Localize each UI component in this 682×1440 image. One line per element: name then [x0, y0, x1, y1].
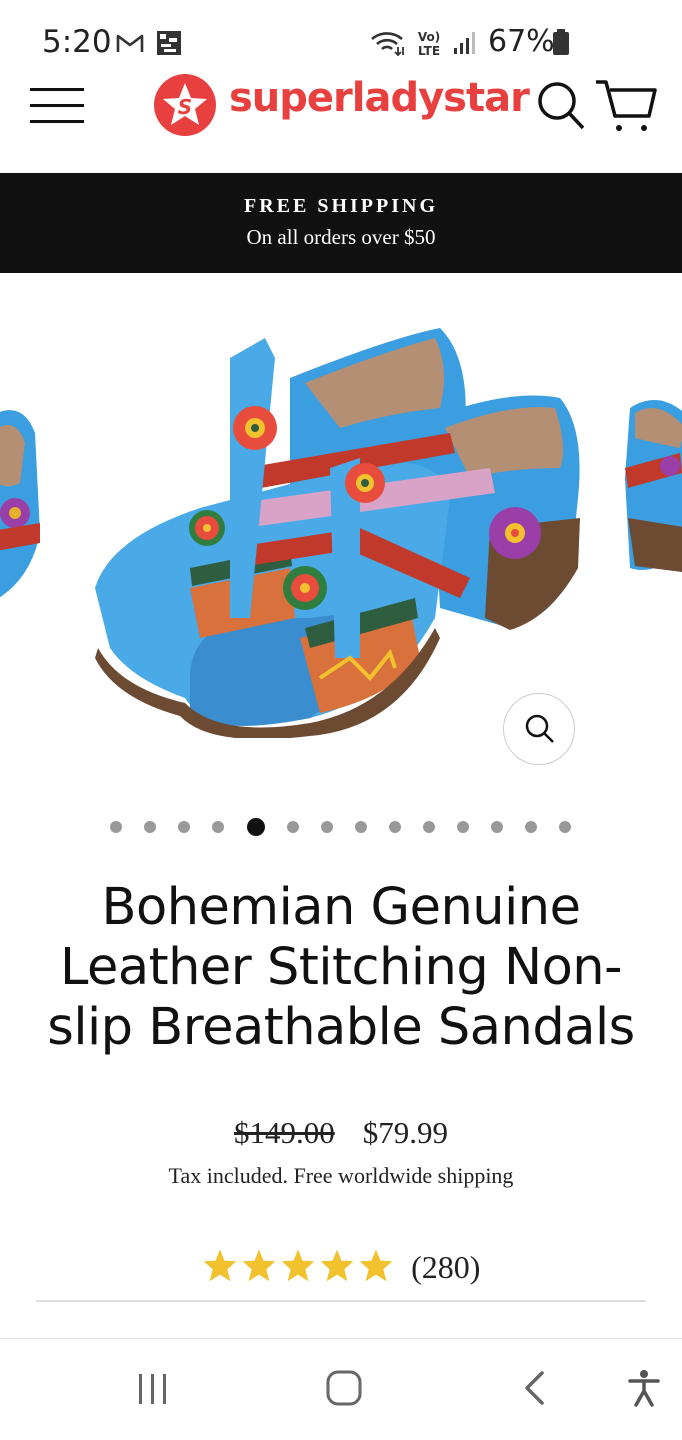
recent-apps-icon[interactable] — [136, 1372, 170, 1406]
pagination-dot[interactable] — [110, 821, 122, 833]
promo-banner[interactable]: FREE SHIPPING On all orders over $50 — [0, 173, 682, 273]
star-icon — [359, 1249, 392, 1282]
star-icon — [320, 1249, 353, 1282]
pagination-dot[interactable] — [212, 821, 224, 833]
product-image[interactable] — [90, 318, 590, 738]
price-row: $149.00 $79.99 — [0, 1115, 682, 1151]
star-icon — [203, 1249, 236, 1282]
brand-name: superladystar — [229, 75, 530, 121]
star-icon — [281, 1249, 314, 1282]
status-time: 5:20 — [42, 24, 112, 60]
brand-logo[interactable]: S superladystar — [153, 73, 530, 139]
pagination-dot[interactable] — [287, 821, 299, 833]
site-header: S superladystar — [0, 70, 682, 170]
status-bar: 5:20 Vo) LTE 67% — [0, 0, 682, 80]
svg-text:S: S — [178, 95, 192, 119]
promo-subtitle: On all orders over $50 — [246, 225, 436, 249]
pagination-dot[interactable] — [355, 821, 367, 833]
sale-price: $79.99 — [362, 1115, 448, 1150]
product-title: Bohemian Genuine Leather Stitching Non-s… — [47, 878, 635, 1057]
pagination-dot[interactable] — [389, 821, 401, 833]
system-nav-bar — [0, 1339, 682, 1440]
gallery-pagination — [0, 818, 682, 838]
pagination-dot[interactable] — [457, 821, 469, 833]
signal-icon — [454, 32, 475, 54]
pagination-dot-active[interactable] — [247, 818, 265, 836]
pagination-dot[interactable] — [525, 821, 537, 833]
pagination-dot[interactable] — [491, 821, 503, 833]
cart-icon[interactable] — [594, 78, 658, 134]
back-icon[interactable] — [522, 1370, 548, 1406]
tax-note: Tax included. Free worldwide shipping — [168, 1163, 514, 1188]
volte-icon: Vo) LTE — [418, 30, 440, 58]
pagination-dot[interactable] — [321, 821, 333, 833]
accessibility-icon[interactable] — [627, 1369, 661, 1407]
search-icon[interactable] — [536, 80, 586, 132]
pagination-dot[interactable] — [559, 821, 571, 833]
pagination-dot[interactable] — [144, 821, 156, 833]
zoom-button[interactable] — [503, 693, 575, 765]
zoom-icon — [525, 714, 554, 743]
hamburger-icon[interactable] — [30, 86, 84, 126]
star-icon — [242, 1249, 275, 1282]
divider — [36, 1300, 646, 1302]
home-icon[interactable] — [326, 1370, 362, 1406]
wifi-icon — [371, 32, 404, 56]
product-gallery[interactable] — [0, 273, 682, 783]
battery-icon — [553, 29, 569, 55]
star-logo-icon: S — [154, 74, 216, 136]
svg-text:LTE: LTE — [418, 44, 440, 58]
gmail-icon — [116, 34, 144, 52]
pagination-dot[interactable] — [178, 821, 190, 833]
battery-percent: 67% — [488, 24, 555, 59]
product-image-prev[interactable] — [0, 383, 50, 613]
review-count[interactable]: (280) — [411, 1249, 480, 1286]
rating-stars — [202, 1248, 397, 1287]
product-rating[interactable]: (280) — [0, 1248, 682, 1292]
promo-title: FREE SHIPPING — [243, 195, 439, 217]
original-price: $149.00 — [234, 1115, 335, 1150]
pagination-dot[interactable] — [423, 821, 435, 833]
svg-text:Vo): Vo) — [418, 30, 440, 44]
product-image-next[interactable] — [620, 388, 682, 578]
gallery-icon — [157, 31, 181, 55]
